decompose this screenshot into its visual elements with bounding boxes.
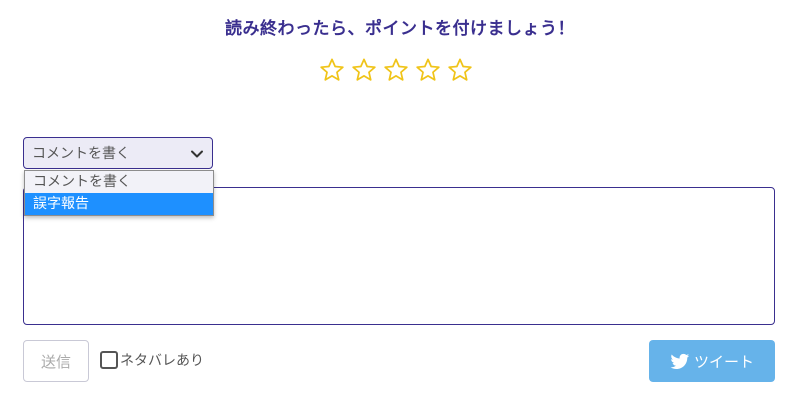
send-button[interactable]: 送信 (23, 340, 89, 382)
tweet-label: ツイート (693, 352, 754, 371)
star-icon-1[interactable] (319, 57, 345, 83)
rating-prompt: 読み終わったら、ポイントを付けましょう！ (225, 19, 575, 39)
comment-type-select[interactable]: コメントを書く (23, 137, 213, 169)
star-icon-3[interactable] (383, 57, 409, 83)
star-icon-5[interactable] (447, 57, 473, 83)
tweet-button[interactable]: ツイート (649, 340, 775, 382)
dropdown-option-typo-report[interactable]: 誤字報告 (25, 193, 213, 215)
star-rating (319, 57, 473, 83)
spoiler-checkbox[interactable]: ネタバレあり (100, 350, 204, 370)
checkbox-icon[interactable] (100, 351, 118, 369)
chevron-down-icon (191, 150, 203, 158)
star-icon-4[interactable] (415, 57, 441, 83)
star-icon-2[interactable] (351, 57, 377, 83)
spoiler-label: ネタバレあり (120, 353, 204, 369)
twitter-bird-icon (670, 353, 690, 369)
dropdown-option-comment[interactable]: コメントを書く (25, 171, 213, 193)
comment-type-select-value: コメントを書く (32, 146, 130, 162)
comment-type-dropdown: コメントを書く 誤字報告 (24, 170, 214, 216)
